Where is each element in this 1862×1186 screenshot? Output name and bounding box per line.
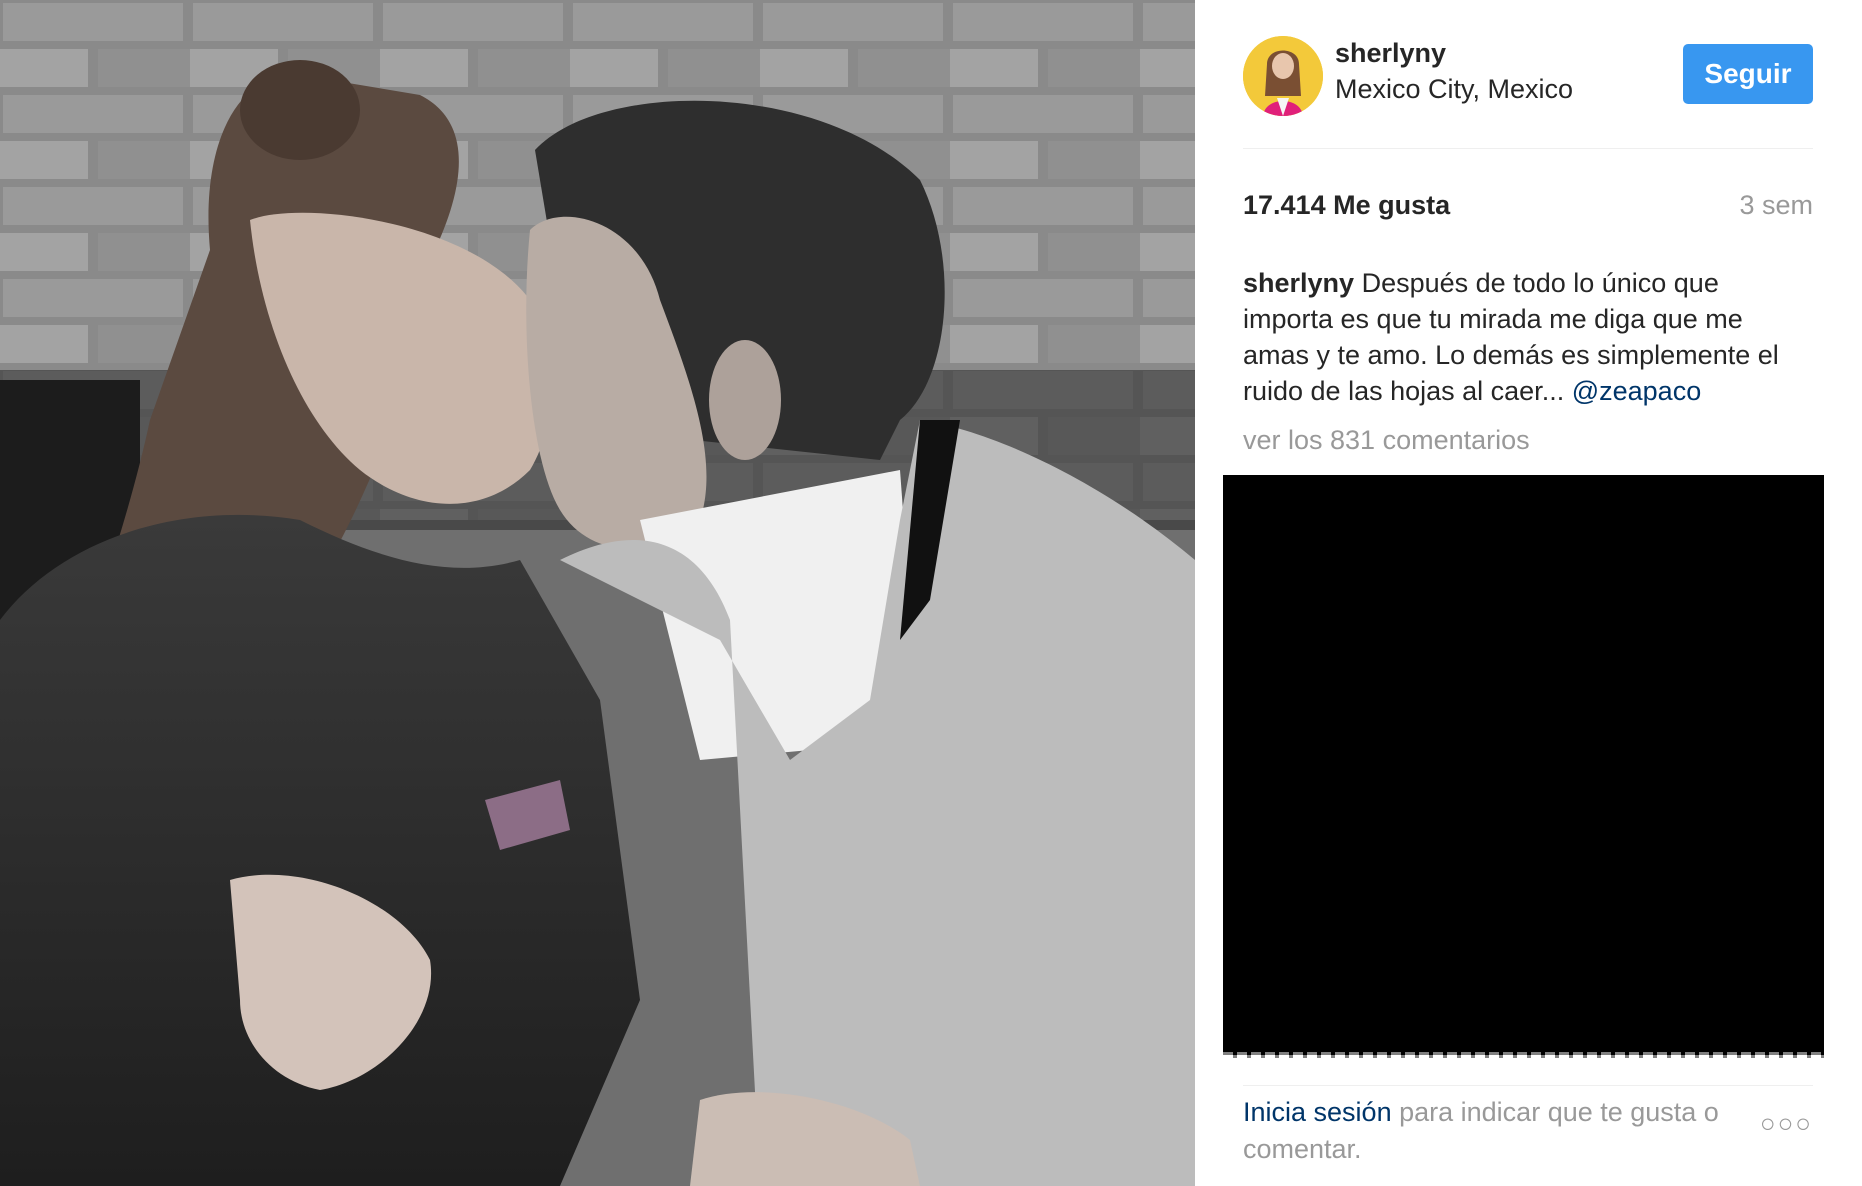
user-avatar[interactable] <box>1243 36 1323 116</box>
likes-row: 17.414 Me gusta 3 sem <box>1243 190 1813 230</box>
view-comments-link[interactable]: ver los 831 comentarios <box>1243 425 1530 456</box>
post-photo-illustration <box>0 0 1195 1186</box>
post-photo[interactable] <box>0 0 1195 1186</box>
username-link[interactable]: sherlyny <box>1335 38 1446 69</box>
comments-cutoff-edge <box>1223 1052 1824 1058</box>
location-link[interactable]: Mexico City, Mexico <box>1335 74 1573 105</box>
follow-button[interactable]: Seguir <box>1683 44 1813 104</box>
likes-count[interactable]: 17.414 Me gusta <box>1243 190 1450 221</box>
more-options-icon[interactable]: ○○○ <box>1760 1108 1813 1139</box>
caption-mention-link[interactable]: @zeapaco <box>1572 376 1702 406</box>
login-prompt: Inicia sesión para indicar que te gusta … <box>1243 1094 1743 1168</box>
post-caption: sherlyny Después de todo lo único que im… <box>1243 265 1813 409</box>
login-link[interactable]: Inicia sesión <box>1243 1097 1392 1127</box>
post-details-panel: sherlyny Mexico City, Mexico Seguir 17.4… <box>1195 0 1862 1186</box>
post-time[interactable]: 3 sem <box>1739 190 1813 221</box>
avatar-image <box>1243 36 1323 116</box>
comments-redacted-area <box>1223 475 1824 1055</box>
post-footer: Inicia sesión para indicar que te gusta … <box>1243 1085 1813 1176</box>
post-header: sherlyny Mexico City, Mexico Seguir <box>1243 30 1813 149</box>
caption-author-link[interactable]: sherlyny <box>1243 268 1354 298</box>
